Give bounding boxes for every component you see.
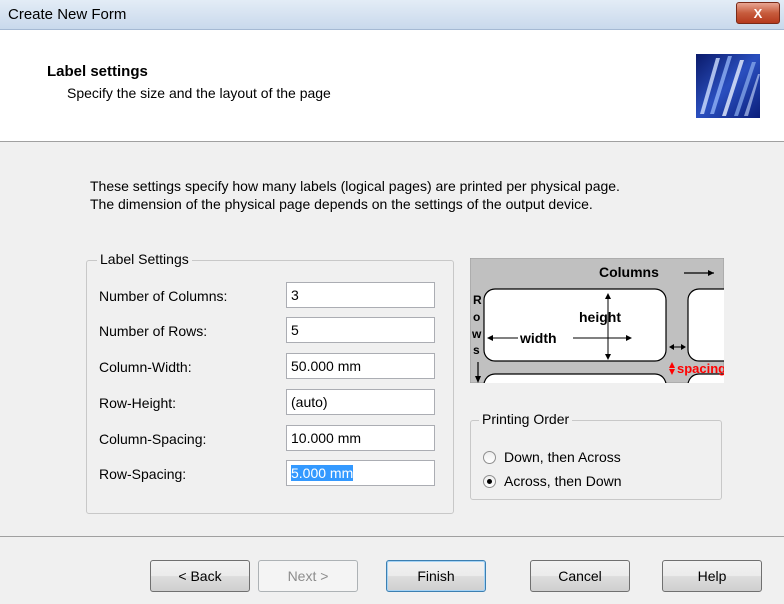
diagram-columns-label: Columns [599,264,659,280]
layout-diagram: Columns R o w s height width spacing [470,258,724,383]
intro-line-2: The dimension of the physical page depen… [90,196,593,212]
row-spacing-input[interactable]: 5.000 mm [286,460,435,486]
window-title: Create New Form [8,6,127,23]
title-bar: Create New Form X [0,0,784,30]
radio-down-then-across-label: Down, then Across [504,449,621,465]
back-button[interactable]: < Back [150,560,250,592]
next-button[interactable]: Next > [258,560,358,592]
intro-text: These settings specify how many labels (… [90,177,620,213]
row-height-label: Row-Height: [99,395,177,411]
row-spacing-value: 5.000 mm [291,465,354,481]
close-button[interactable]: X [736,2,780,24]
diagram-rows-r: R [473,293,482,307]
page-subtitle: Specify the size and the layout of the p… [67,85,331,101]
column-spacing-label: Column-Spacing: [99,431,207,447]
radio-button-checked[interactable] [483,474,496,488]
wizard-header: Label settings Specify the size and the … [0,30,784,142]
cancel-button[interactable]: Cancel [530,560,630,592]
label-settings-title: Label Settings [97,251,192,267]
wizard-logo-icon [696,54,760,118]
radio-across-then-down[interactable]: Across, then Down [483,473,622,489]
row-height-value: (auto) [291,394,328,410]
diagram-rows-s: s [473,343,480,357]
rows-value: 5 [291,322,299,338]
radio-across-then-down-label: Across, then Down [504,473,622,489]
column-width-input[interactable]: 50.000 mm [286,353,435,379]
diagram-rows-w: w [471,327,482,341]
column-width-value: 50.000 mm [291,358,362,374]
page-title: Label settings [47,63,148,80]
columns-label: Number of Columns: [99,288,228,304]
radio-button[interactable] [483,450,496,464]
column-spacing-input[interactable]: 10.000 mm [286,425,435,451]
printing-order-title: Printing Order [479,411,573,427]
columns-value: 3 [291,287,299,303]
help-button[interactable]: Help [662,560,762,592]
column-spacing-value: 10.000 mm [291,430,362,446]
diagram-rows-o: o [473,310,480,324]
footer-divider [0,536,784,537]
intro-line-1: These settings specify how many labels (… [90,178,620,194]
close-icon: X [753,5,763,21]
column-width-label: Column-Width: [99,359,192,375]
rows-input[interactable]: 5 [286,317,435,343]
diagram-spacing-label: spacing [677,361,724,376]
row-height-input[interactable]: (auto) [286,389,435,415]
finish-button[interactable]: Finish [386,560,486,592]
diagram-width-label: width [519,330,557,346]
row-spacing-label: Row-Spacing: [99,466,187,482]
radio-down-then-across[interactable]: Down, then Across [483,449,621,465]
diagram-height-label: height [579,309,621,325]
columns-input[interactable]: 3 [286,282,435,308]
rows-label: Number of Rows: [99,323,208,339]
